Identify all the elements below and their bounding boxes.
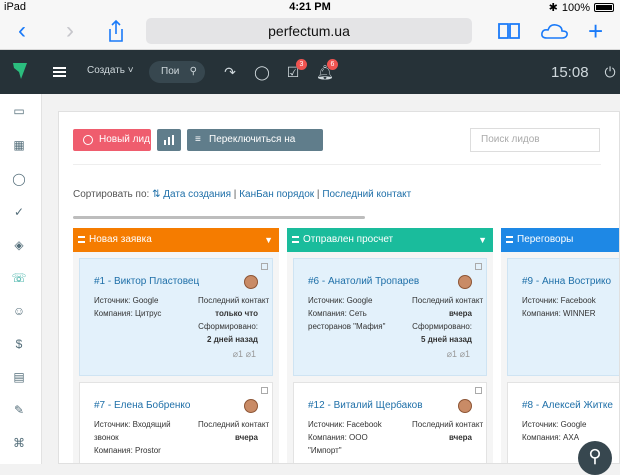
tasks-icon[interactable]: ☑ 3 bbox=[285, 59, 307, 80]
new-tab-icon[interactable]: + bbox=[588, 18, 603, 44]
attachments-counter[interactable]: ⌀1 ⌀1 bbox=[447, 349, 470, 360]
sidebar-item-finance[interactable]: $ bbox=[11, 336, 27, 352]
lead-title[interactable]: #1 - Виктор Пластовец bbox=[94, 276, 199, 287]
sidebar-item-users[interactable]: ☺ bbox=[11, 303, 27, 319]
sort-by-date[interactable]: Дата создания bbox=[163, 189, 231, 200]
search-icon: ⚲ bbox=[588, 446, 602, 466]
menu-icon[interactable] bbox=[53, 67, 66, 77]
chevron-down-icon[interactable]: ▼ bbox=[478, 228, 487, 252]
column-header[interactable]: Отправлен просчет ▼ bbox=[287, 228, 493, 252]
horizontal-scrollbar[interactable] bbox=[73, 216, 365, 219]
url-bar[interactable]: perfectum.ua bbox=[146, 18, 472, 44]
browser-toolbar: ‹ › perfectum.ua + bbox=[0, 14, 620, 50]
bookmarks-icon[interactable] bbox=[498, 22, 520, 40]
expand-icon[interactable] bbox=[475, 263, 482, 270]
list-icon: ≡ bbox=[195, 134, 201, 145]
chevron-down-icon[interactable]: ▼ bbox=[264, 228, 273, 252]
tasks-badge: 3 bbox=[296, 59, 307, 70]
lead-card[interactable]: #9 - Анна Вострико Источник: Facebook Ко… bbox=[507, 258, 619, 376]
share-icon[interactable] bbox=[106, 19, 126, 43]
list-icon bbox=[506, 236, 513, 243]
new-lead-button[interactable]: Новый лид bbox=[73, 129, 151, 151]
lead-title[interactable]: #12 - Виталий Щербаков bbox=[308, 400, 423, 411]
column-header[interactable]: Новая заявка ▼ bbox=[73, 228, 279, 252]
notifications-badge: 6 bbox=[327, 59, 338, 70]
sidebar-item-tasks[interactable]: ✓ bbox=[11, 204, 27, 220]
expand-icon[interactable] bbox=[261, 387, 268, 394]
sidebar-item-phone[interactable]: ☏ bbox=[11, 270, 27, 286]
leads-panel: Новый лид ≡ Переключиться на список Поис… bbox=[58, 111, 620, 464]
help-chat-button[interactable]: ⚲ bbox=[578, 441, 612, 475]
kanban-column: Переговоры #9 - Анна Вострико Источник: … bbox=[501, 228, 619, 463]
search-icon: ⚲ bbox=[189, 66, 197, 77]
sidebar-item-layers[interactable]: ◈ bbox=[11, 237, 27, 253]
back-icon[interactable]: ‹ bbox=[18, 19, 26, 43]
expand-icon[interactable] bbox=[261, 263, 268, 270]
switch-to-list-button[interactable]: ≡ Переключиться на список bbox=[187, 129, 323, 167]
sidebar-item-chat[interactable]: ◯ bbox=[11, 171, 27, 187]
sidebar-item-calendar[interactable]: ▦ bbox=[11, 137, 27, 153]
lead-title[interactable]: #9 - Анна Вострико bbox=[522, 276, 611, 287]
bar-chart-icon bbox=[164, 135, 174, 145]
sidebar-item-edit[interactable]: ✎ bbox=[11, 402, 27, 418]
avatar bbox=[458, 399, 472, 413]
battery-icon bbox=[594, 3, 614, 12]
sort-icon: ⇅ bbox=[152, 189, 161, 200]
share-forward-icon[interactable]: ↷ bbox=[222, 64, 238, 80]
sidebar-item-desktop[interactable]: ▭ bbox=[11, 103, 27, 119]
lead-title[interactable]: #6 - Анатолий Тропарев bbox=[308, 276, 419, 287]
expand-icon[interactable] bbox=[475, 387, 482, 394]
ios-status-bar: iPad 4:21 PM ✱ 100% bbox=[0, 0, 620, 14]
status-time: 4:21 PM bbox=[289, 1, 331, 13]
create-dropdown[interactable]: Создать ˅ bbox=[87, 65, 134, 76]
bluetooth-icon: ✱ bbox=[548, 2, 558, 14]
sidebar-item-documents[interactable]: ▤ bbox=[11, 369, 27, 385]
divider bbox=[73, 164, 601, 165]
sort-by-last-contact[interactable]: Последний контакт bbox=[322, 189, 411, 200]
avatar bbox=[244, 399, 258, 413]
stats-button[interactable] bbox=[157, 129, 181, 151]
sidebar-item-command[interactable]: ⌘ bbox=[11, 435, 27, 451]
column-header[interactable]: Переговоры bbox=[501, 228, 619, 252]
lead-card[interactable]: #1 - Виктор Пластовец Источник: Google К… bbox=[79, 258, 273, 376]
lead-card[interactable]: #6 - Анатолий Тропарев Источник: Google … bbox=[293, 258, 487, 376]
chat-icon[interactable]: ◯ bbox=[254, 64, 270, 80]
list-icon bbox=[292, 236, 299, 243]
sort-by-kanban[interactable]: КанБан порядок bbox=[239, 189, 314, 200]
forward-icon[interactable]: › bbox=[66, 19, 74, 43]
kanban-column: Отправлен просчет ▼ #6 - Анатолий Тропар… bbox=[287, 228, 493, 463]
clock: 15:08 bbox=[551, 64, 589, 81]
battery-percent: 100% bbox=[561, 1, 590, 14]
lead-card[interactable]: #7 - Елена Бобренко Источник: Входящий з… bbox=[79, 382, 273, 463]
global-search-input[interactable]: Пои ⚲ bbox=[149, 61, 205, 83]
cloud-tabs-icon[interactable] bbox=[540, 21, 570, 41]
lead-card[interactable]: #12 - Виталий Щербаков Источник: Faceboo… bbox=[293, 382, 487, 463]
app-logo[interactable] bbox=[12, 62, 28, 80]
lead-title[interactable]: #7 - Елена Бобренко bbox=[94, 400, 190, 411]
status-right: ✱ 100% bbox=[549, 1, 614, 14]
app-topbar: Создать ˅ Пои ⚲ ↷ ◯ ☑ 3 🔔︎ 6 15:08 ⏻ bbox=[0, 50, 620, 94]
lead-title[interactable]: #8 - Алексей Житке bbox=[522, 400, 613, 411]
lead-search-input[interactable]: Поиск лидов bbox=[470, 128, 600, 152]
sort-bar: Сортировать по: ⇅ Дата создания | КанБан… bbox=[73, 189, 412, 200]
sidebar: ▭ ▦ ◯ ✓ ◈ ☏ ☺ $ ▤ ✎ ⌘ bbox=[0, 94, 42, 464]
power-icon[interactable]: ⏻ bbox=[602, 64, 618, 80]
avatar bbox=[458, 275, 472, 289]
kanban-column: Новая заявка ▼ #1 - Виктор Пластовец Ист… bbox=[73, 228, 279, 463]
notifications-icon[interactable]: 🔔︎ 6 bbox=[316, 59, 338, 80]
list-icon bbox=[78, 236, 85, 243]
attachments-counter[interactable]: ⌀1 ⌀1 bbox=[233, 349, 256, 360]
avatar bbox=[244, 275, 258, 289]
